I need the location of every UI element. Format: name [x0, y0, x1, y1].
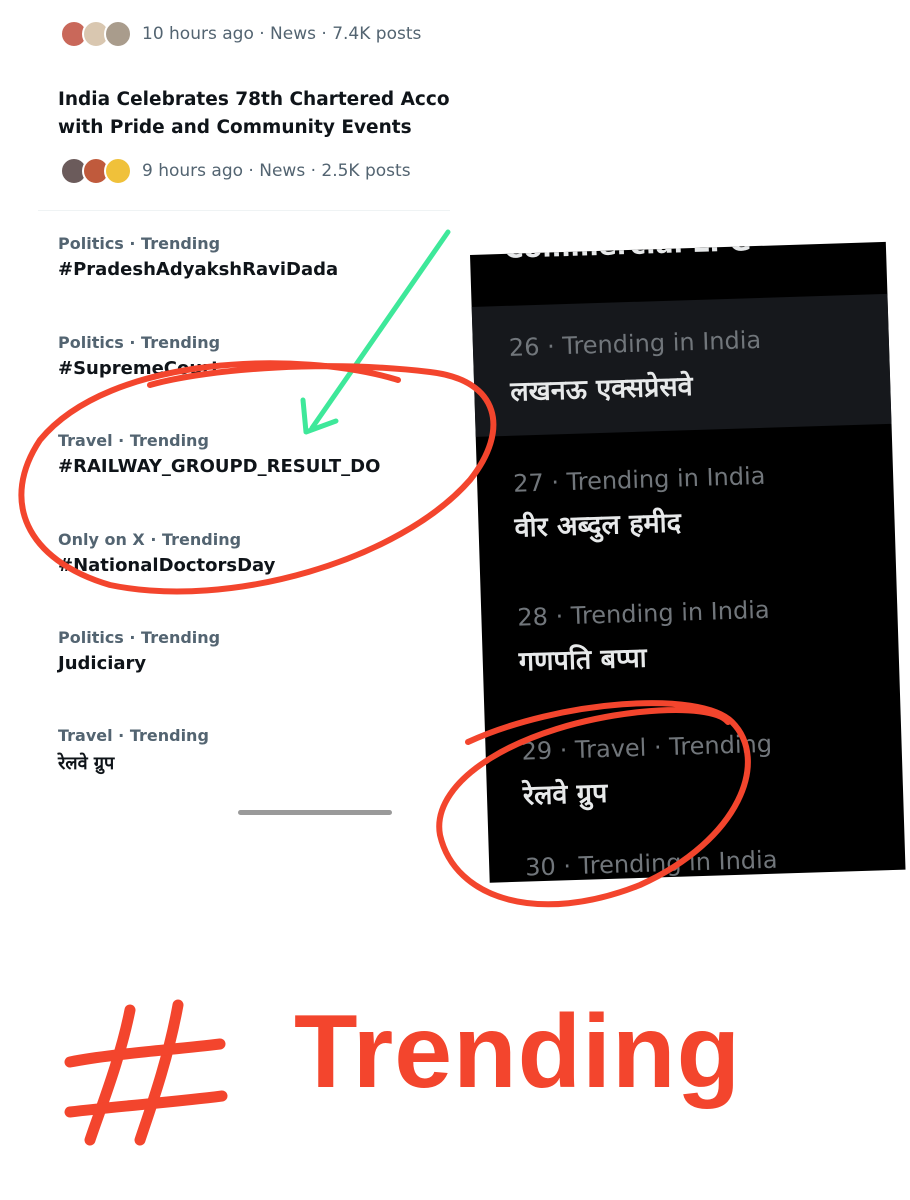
news-meta-text: 10 hours ago · News · 7.4K posts	[142, 24, 422, 44]
avatar	[104, 157, 132, 185]
trend-item[interactable]: Only on X · Trending #NationalDoctorsDay	[58, 530, 275, 576]
trend-item[interactable]: 29 · Travel · Trending रेलवे ग्रुप	[521, 730, 774, 813]
trend-meta: 29 · Travel · Trending	[521, 729, 773, 766]
trend-name: गणपति बप्पा	[518, 642, 648, 678]
divider	[38, 210, 450, 211]
avatar-group	[60, 157, 132, 185]
trend-category: Politics · Trending	[58, 234, 221, 253]
trend-meta: 27 · Trending in India	[512, 461, 766, 498]
news-meta-text: 9 hours ago · News · 2.5K posts	[142, 161, 411, 181]
news-item-meta: 9 hours ago · News · 2.5K posts	[60, 157, 411, 185]
trend-name: लखनऊ एक्सप्रेसवे	[509, 371, 694, 408]
trend-name: #NationalDoctorsDay	[58, 555, 276, 576]
trend-meta: 28 · Trending in India	[516, 595, 770, 632]
trend-name-partial: Commercial LPG	[503, 241, 752, 265]
trend-item[interactable]: Politics · Trending Judiciary	[58, 628, 220, 674]
trend-item[interactable]: 27 · Trending in India वीर अब्दुल हमीद	[513, 462, 767, 545]
home-indicator	[238, 810, 392, 815]
avatar	[104, 20, 132, 48]
news-item-title[interactable]: India Celebrates 78th Chartered Accour w…	[58, 86, 450, 142]
light-feed-screenshot: 10 hours ago · News · 7.4K posts India C…	[38, 0, 450, 800]
news-title-line: with Pride and Community Events	[58, 117, 412, 138]
trend-category: Politics · Trending	[58, 628, 221, 647]
trend-item[interactable]: Politics · Trending #PradeshAdyakshRaviD…	[58, 234, 338, 280]
hash-symbol-drawing	[64, 999, 228, 1146]
news-title-line: India Celebrates 78th Chartered Accour	[58, 89, 450, 110]
news-item-meta: 10 hours ago · News · 7.4K posts	[60, 20, 421, 48]
trend-item[interactable]: 30 · Trending in India	[525, 846, 778, 882]
trend-category: Travel · Trending	[58, 726, 209, 745]
trend-meta: 30 · Trending in India	[524, 845, 778, 882]
trend-name: रेलवे ग्रुप	[58, 753, 115, 774]
trend-name: #SupremeCourt	[58, 358, 220, 379]
trend-item[interactable]: Politics · Trending #SupremeCourt	[58, 333, 220, 379]
trend-item[interactable]: 28 · Trending in India गणपति बप्पा	[517, 596, 771, 679]
trend-item[interactable]: 26 · Trending in India लखनऊ एक्सप्रेसवे	[508, 326, 762, 409]
trend-name: #PradeshAdyakshRaviDada	[58, 259, 339, 280]
trend-name: #RAILWAY_GROUPD_RESULT_DO	[58, 456, 381, 477]
dark-trending-screenshot: Commercial LPG 26 · Trending in India लख…	[470, 241, 906, 883]
trending-banner-text: Trending	[294, 994, 742, 1110]
trend-category: Travel · Trending	[58, 431, 209, 450]
trend-category: Politics · Trending	[58, 333, 221, 352]
trend-category: Only on X · Trending	[58, 530, 242, 549]
trend-name: रेलवे ग्रुप	[522, 777, 608, 812]
trend-name: वीर अब्दुल हमीद	[514, 507, 682, 544]
trend-item[interactable]: Travel · Trending #RAILWAY_GROUPD_RESULT…	[58, 431, 380, 477]
trend-item[interactable]: Travel · Trending रेलवे ग्रुप	[58, 726, 209, 775]
avatar-group	[60, 20, 132, 48]
trend-name: Judiciary	[58, 653, 147, 674]
